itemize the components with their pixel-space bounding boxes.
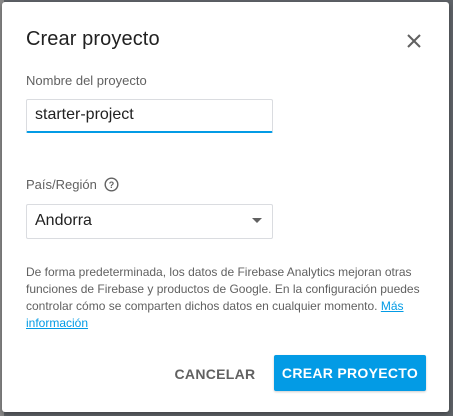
project-name-field[interactable] xyxy=(26,99,273,133)
dialog-title: Crear proyecto xyxy=(26,28,160,50)
create-project-dialog: Crear proyecto Nombre del proyecto País/… xyxy=(2,2,449,412)
project-name-input[interactable] xyxy=(35,106,265,124)
help-button[interactable]: ? xyxy=(104,177,119,192)
analytics-info-text: De forma predeterminada, los datos de Fi… xyxy=(26,264,422,332)
project-name-label: Nombre del proyecto xyxy=(26,73,147,88)
create-project-button[interactable]: CREAR PROYECTO xyxy=(274,355,426,391)
country-selected-value: Andorra xyxy=(35,212,92,229)
close-icon xyxy=(407,34,421,48)
help-icon: ? xyxy=(104,177,119,192)
country-select[interactable]: Andorra xyxy=(26,204,273,239)
chevron-down-icon xyxy=(252,218,262,223)
cancel-button[interactable]: CANCELAR xyxy=(166,357,264,391)
country-label: País/Región xyxy=(26,177,97,192)
close-button[interactable] xyxy=(400,27,428,55)
analytics-info-body: De forma predeterminada, los datos de Fi… xyxy=(26,265,420,313)
svg-text:?: ? xyxy=(109,180,115,190)
